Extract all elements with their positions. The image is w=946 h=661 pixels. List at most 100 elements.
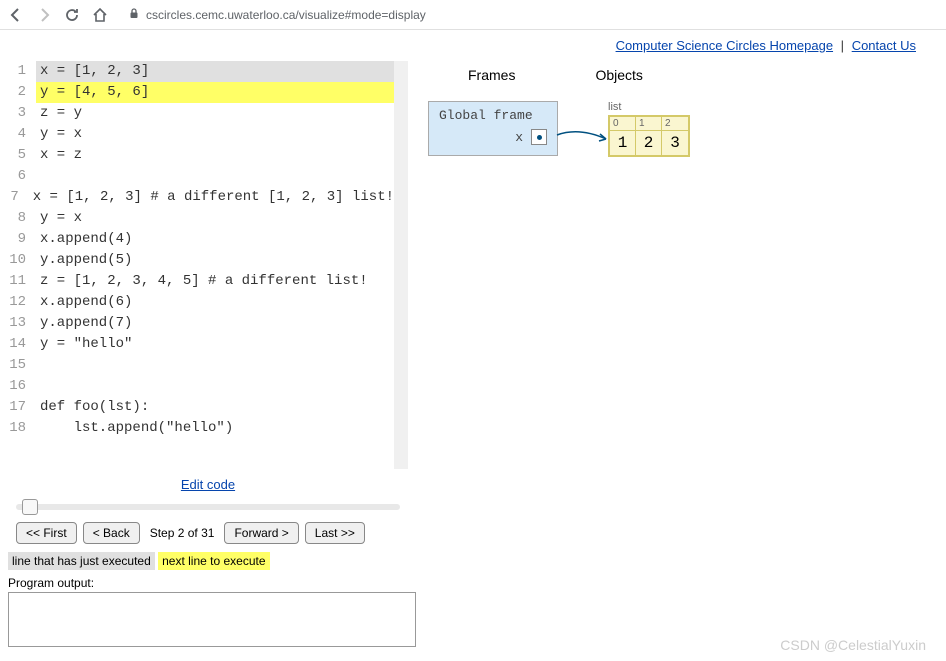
line-number: 11: [8, 271, 36, 292]
code-line[interactable]: 3z = y: [8, 103, 394, 124]
code-listing[interactable]: 1x = [1, 2, 3]2y = [4, 5, 6]3z = y4y = x…: [8, 61, 408, 469]
code-line[interactable]: 6: [8, 166, 394, 187]
code-line[interactable]: 16: [8, 376, 394, 397]
forward-icon[interactable]: [36, 7, 52, 23]
line-number: 5: [8, 145, 36, 166]
objects-header: Objects: [595, 67, 642, 83]
step-slider[interactable]: [8, 500, 408, 518]
code-line[interactable]: 9x.append(4): [8, 229, 394, 250]
watermark: CSDN @CelestialYuxin: [780, 637, 926, 653]
slider-thumb[interactable]: [22, 499, 38, 515]
cell-index: 0: [610, 117, 635, 131]
cell-value: 1: [610, 131, 635, 155]
code-line[interactable]: 2y = [4, 5, 6]: [8, 82, 394, 103]
output-label: Program output:: [8, 574, 408, 592]
line-number: 10: [8, 250, 36, 271]
frame-variable: x: [439, 129, 547, 145]
list-object: 011223: [608, 115, 690, 157]
list-cell: 23: [662, 117, 688, 155]
code-line[interactable]: 15: [8, 355, 394, 376]
last-button[interactable]: Last >>: [305, 522, 365, 544]
lock-icon: [128, 7, 140, 22]
line-text: def foo(lst):: [36, 397, 394, 418]
var-name: x: [515, 130, 523, 145]
heap-object: list 011223: [608, 101, 690, 157]
line-text: y = [4, 5, 6]: [36, 82, 394, 103]
address-bar[interactable]: cscircles.cemc.uwaterloo.ca/visualize#mo…: [120, 7, 938, 22]
line-number: 14: [8, 334, 36, 355]
line-text: y.append(7): [36, 313, 394, 334]
cell-value: 3: [662, 131, 688, 155]
line-number: 17: [8, 397, 36, 418]
code-panel: 1x = [1, 2, 3]2y = [4, 5, 6]3z = y4y = x…: [8, 61, 408, 647]
header-links: Computer Science Circles Homepage | Cont…: [0, 30, 946, 61]
code-line[interactable]: 10y.append(5): [8, 250, 394, 271]
browser-toolbar: cscircles.cemc.uwaterloo.ca/visualize#mo…: [0, 0, 946, 30]
step-controls: << First < Back Step 2 of 31 Forward > L…: [8, 518, 408, 548]
contact-link[interactable]: Contact Us: [852, 38, 916, 53]
code-line[interactable]: 11z = [1, 2, 3, 4, 5] # a different list…: [8, 271, 394, 292]
line-text: y.append(5): [36, 250, 394, 271]
line-number: 16: [8, 376, 36, 397]
line-text: [36, 166, 394, 187]
reload-icon[interactable]: [64, 7, 80, 23]
code-line[interactable]: 18 lst.append("hello"): [8, 418, 394, 439]
forward-button[interactable]: Forward >: [224, 522, 298, 544]
separator: |: [841, 38, 844, 53]
line-number: 4: [8, 124, 36, 145]
line-number: 8: [8, 208, 36, 229]
code-line[interactable]: 12x.append(6): [8, 292, 394, 313]
line-number: 13: [8, 313, 36, 334]
list-cell: 01: [610, 117, 636, 155]
step-indicator: Step 2 of 31: [150, 526, 215, 540]
line-text: lst.append("hello"): [36, 418, 394, 439]
code-line[interactable]: 5x = z: [8, 145, 394, 166]
line-number: 12: [8, 292, 36, 313]
line-text: y = x: [36, 208, 394, 229]
pointer-arrow: [554, 125, 614, 155]
line-text: z = y: [36, 103, 394, 124]
code-line[interactable]: 17def foo(lst):: [8, 397, 394, 418]
line-text: x = z: [36, 145, 394, 166]
code-line[interactable]: 1x = [1, 2, 3]: [8, 61, 394, 82]
code-line[interactable]: 7x = [1, 2, 3] # a different [1, 2, 3] l…: [8, 187, 394, 208]
var-pointer-slot: [531, 129, 547, 145]
line-number: 2: [8, 82, 36, 103]
line-number: 1: [8, 61, 36, 82]
line-text: y = x: [36, 124, 394, 145]
home-icon[interactable]: [92, 7, 108, 23]
edit-code-link[interactable]: Edit code: [181, 477, 235, 492]
code-line[interactable]: 8y = x: [8, 208, 394, 229]
url-text: cscircles.cemc.uwaterloo.ca/visualize#mo…: [146, 8, 426, 22]
object-type-label: list: [608, 101, 690, 113]
code-line[interactable]: 14y = "hello": [8, 334, 394, 355]
global-frame: Global frame x: [428, 101, 558, 156]
code-line[interactable]: 13y.append(7): [8, 313, 394, 334]
first-button[interactable]: << First: [16, 522, 77, 544]
line-number: 9: [8, 229, 36, 250]
back-icon[interactable]: [8, 7, 24, 23]
line-text: z = [1, 2, 3, 4, 5] # a different list!: [36, 271, 394, 292]
line-text: x = [1, 2, 3] # a different [1, 2, 3] li…: [29, 187, 394, 208]
line-text: y = "hello": [36, 334, 394, 355]
list-cell: 12: [636, 117, 662, 155]
line-number: 6: [8, 166, 36, 187]
legend: line that has just executed next line to…: [8, 548, 408, 574]
homepage-link[interactable]: Computer Science Circles Homepage: [616, 38, 833, 53]
back-button[interactable]: < Back: [83, 522, 140, 544]
legend-executed: line that has just executed: [8, 552, 155, 570]
line-number: 7: [8, 187, 29, 208]
code-line[interactable]: 4y = x: [8, 124, 394, 145]
line-number: 15: [8, 355, 36, 376]
line-text: x = [1, 2, 3]: [36, 61, 394, 82]
visualization-panel: Frames Objects Global frame x list 011223: [428, 61, 938, 647]
line-number: 18: [8, 418, 36, 439]
cell-value: 2: [636, 131, 661, 155]
frames-header: Frames: [468, 67, 515, 83]
output-box: [8, 592, 416, 647]
line-number: 3: [8, 103, 36, 124]
cell-index: 1: [636, 117, 661, 131]
legend-next: next line to execute: [158, 552, 269, 570]
line-text: x.append(4): [36, 229, 394, 250]
line-text: x.append(6): [36, 292, 394, 313]
